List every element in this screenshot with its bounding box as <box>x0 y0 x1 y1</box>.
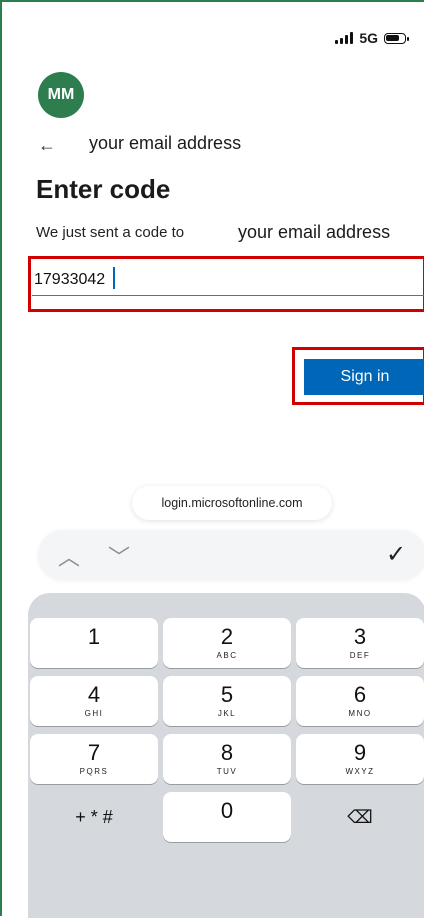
phone-screen: 5G MM ← your email address Enter code We… <box>0 0 424 918</box>
signin-button[interactable]: Sign in <box>304 359 424 395</box>
key-5[interactable]: 5 JKL <box>163 676 291 726</box>
avatar: MM <box>38 72 84 118</box>
key-2[interactable]: 2 ABC <box>163 618 291 668</box>
key-3[interactable]: 3 DEF <box>296 618 424 668</box>
key-1-digit: 1 <box>87 624 101 649</box>
key-6-letters: MNO <box>348 709 372 718</box>
key-4[interactable]: 4 GHI <box>30 676 158 726</box>
key-0-digit: 0 <box>220 798 234 823</box>
key-7-digit: 7 <box>87 740 101 765</box>
key-0[interactable]: 0 <box>163 792 291 842</box>
key-8-letters: TUV <box>216 767 238 776</box>
chevron-down-icon[interactable]: ﹀ <box>108 540 130 572</box>
key-2-digit: 2 <box>220 624 234 649</box>
numeric-keypad: 1 2 ABC 3 DEF 4 GHI 5 JKL 6 MNO 7 PQRS 8 <box>28 593 424 918</box>
key-4-digit: 4 <box>87 682 101 707</box>
key-7[interactable]: 7 PQRS <box>30 734 158 784</box>
key-6[interactable]: 6 MNO <box>296 676 424 726</box>
key-8[interactable]: 8 TUV <box>163 734 291 784</box>
text-caret <box>113 267 115 289</box>
code-sent-email: your email address <box>238 222 391 242</box>
code-input[interactable] <box>32 265 424 296</box>
key-6-digit: 6 <box>353 682 367 707</box>
key-9-digit: 9 <box>353 740 367 765</box>
key-9-letters: WXYZ <box>345 767 375 776</box>
signal-icon <box>335 32 354 44</box>
page-title: Enter code <box>36 174 171 204</box>
keyboard-accessory-bar <box>38 530 424 580</box>
checkmark-icon[interactable]: ✓ <box>386 540 406 569</box>
key-backspace[interactable]: ⌫ <box>296 792 424 842</box>
battery-icon <box>384 32 409 44</box>
key-9[interactable]: 9 WXYZ <box>296 734 424 784</box>
code-sent-message: We just sent a code to <box>36 224 185 241</box>
key-1[interactable]: 1 <box>30 618 158 668</box>
account-email: your email address <box>89 133 242 153</box>
backspace-icon: ⌫ <box>347 807 373 827</box>
status-bar: 5G <box>335 30 409 46</box>
key-symbols[interactable]: + * # <box>30 792 158 842</box>
key-8-digit: 8 <box>220 740 234 765</box>
key-5-letters: JKL <box>217 709 237 718</box>
key-2-letters: ABC <box>216 651 238 660</box>
key-4-letters: GHI <box>84 709 104 718</box>
key-7-letters: PQRS <box>79 767 109 776</box>
network-label: 5G <box>359 30 378 46</box>
browser-url-bar[interactable]: login.microsoftonline.com <box>132 486 332 520</box>
chevron-up-icon[interactable]: ︿ <box>58 540 80 572</box>
key-symbols-label: + * # <box>75 807 113 827</box>
back-arrow-icon[interactable]: ← <box>38 135 56 156</box>
key-3-letters: DEF <box>349 651 371 660</box>
key-3-digit: 3 <box>353 624 367 649</box>
key-5-digit: 5 <box>220 682 234 707</box>
